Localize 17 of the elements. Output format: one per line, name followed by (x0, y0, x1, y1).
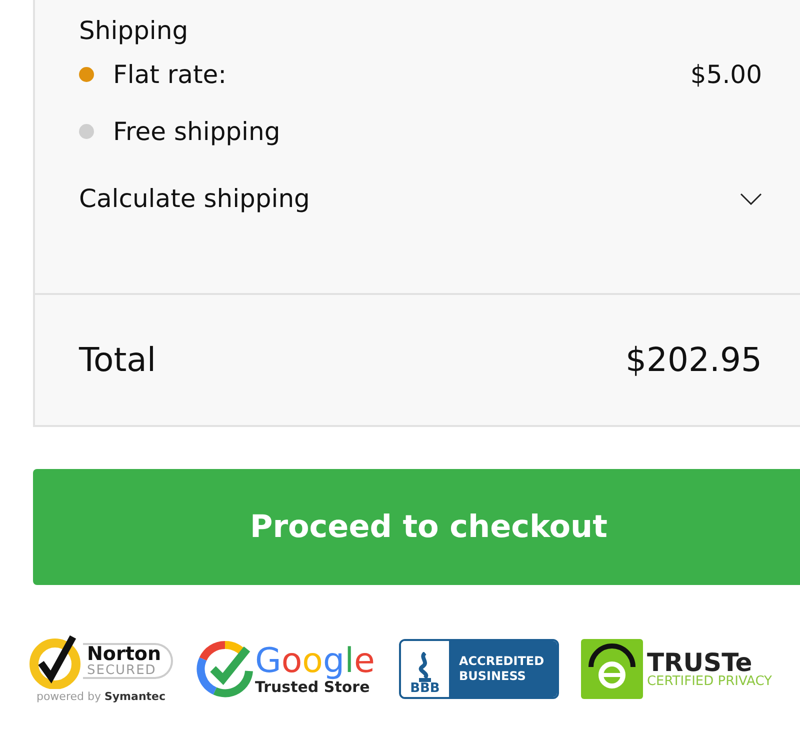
option-label: Free shipping (113, 116, 280, 146)
total-label: Total (79, 339, 156, 382)
option-price: $5.00 (690, 60, 762, 90)
total-amount: $202.95 (626, 339, 762, 382)
badge-footer: powered by Symantec (36, 689, 166, 706)
badge-title: ACCREDITED (458, 654, 546, 670)
badge-title: TRUSTe (646, 650, 752, 676)
badge-subtitle: CERTIFIED PRIVACY (646, 675, 772, 688)
badge-subtitle: SECURED (87, 664, 158, 677)
calculate-shipping-link[interactable]: Calculate shipping (79, 184, 310, 214)
badge-subtitle: Trusted Store (255, 680, 371, 695)
bbb-mark: BBB (410, 682, 440, 696)
badge-subtitle: BUSINESS (458, 669, 527, 684)
section-heading: Shipping (79, 16, 190, 46)
badge-title: Google (255, 644, 375, 678)
badge-title: Norton (87, 645, 161, 664)
option-label: Flat rate: (113, 60, 227, 90)
